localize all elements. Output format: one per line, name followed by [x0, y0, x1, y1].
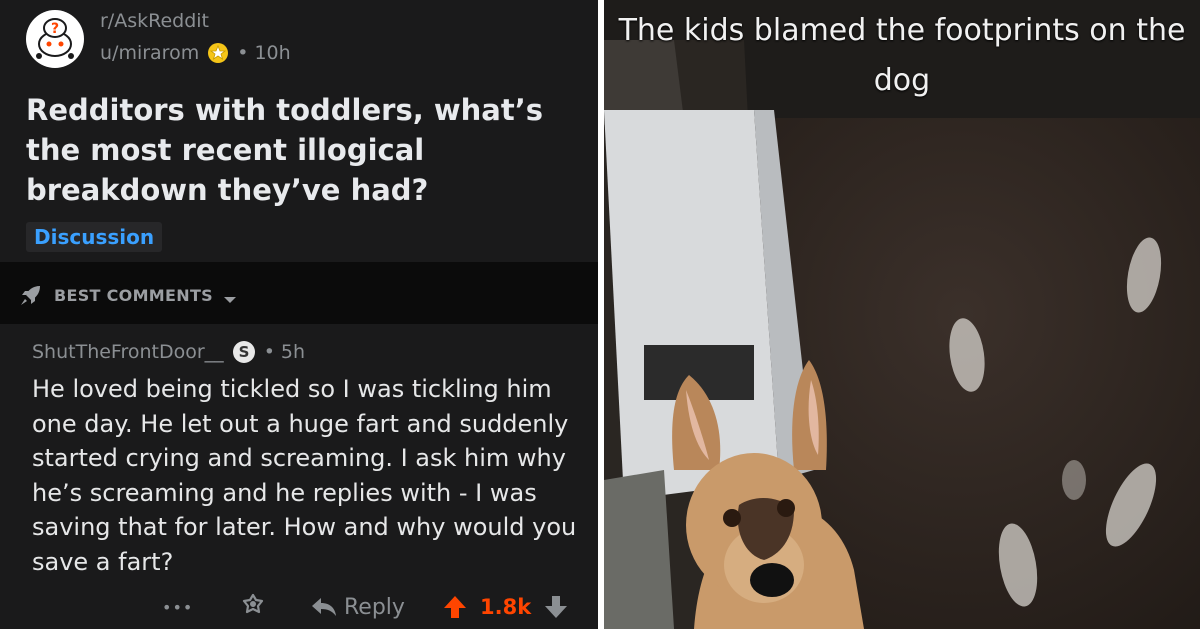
chevron-down-icon	[223, 290, 237, 303]
more-options-button[interactable]: •••	[162, 585, 193, 629]
award-icon: S	[232, 340, 256, 364]
meme-image-panel: The kids blamed the footprints on the do…	[604, 0, 1200, 629]
comment-score: 1.8k	[480, 595, 532, 619]
post-author-row: u/mirarom • 10h	[100, 42, 291, 64]
post-title[interactable]: Redditors with toddlers, what’s the most…	[26, 90, 586, 210]
meme-caption: The kids blamed the footprints on the do…	[618, 13, 1186, 98]
comment-author[interactable]: ShutTheFrontDoor__	[32, 341, 224, 363]
post-author[interactable]: u/mirarom	[100, 42, 199, 64]
subreddit-name[interactable]: r/AskReddit	[100, 10, 209, 32]
downvote-icon[interactable]	[543, 594, 569, 620]
reply-label: Reply	[344, 594, 405, 620]
sort-label: BEST COMMENTS	[54, 285, 213, 305]
reply-button[interactable]: Reply	[310, 585, 405, 629]
subreddit-avatar-icon[interactable]: ?	[26, 10, 84, 68]
svg-text:S: S	[238, 343, 249, 361]
comment-actions: ••• Reply 1.8k	[0, 585, 598, 629]
rocket-icon	[18, 282, 44, 308]
comment-time: • 5h	[263, 341, 306, 363]
reddit-post-panel: ? r/AskReddit u/mirarom • 10h Redditors …	[0, 0, 598, 629]
comment-author-row: ShutTheFrontDoor__ S • 5h	[32, 340, 305, 364]
give-award-button[interactable]	[238, 585, 268, 629]
comment-sort-dropdown[interactable]: BEST COMMENTS	[18, 282, 237, 308]
vote-controls: 1.8k	[442, 585, 569, 629]
svg-text:?: ?	[51, 21, 59, 37]
upvote-icon[interactable]	[442, 594, 468, 620]
post-time: • 10h	[237, 42, 291, 64]
award-outline-icon	[238, 592, 268, 622]
comment-body: He loved being tickled so I was tickling…	[32, 375, 577, 576]
award-icon	[207, 42, 229, 64]
post-flair[interactable]: Discussion	[26, 222, 163, 252]
reply-icon	[310, 596, 338, 618]
